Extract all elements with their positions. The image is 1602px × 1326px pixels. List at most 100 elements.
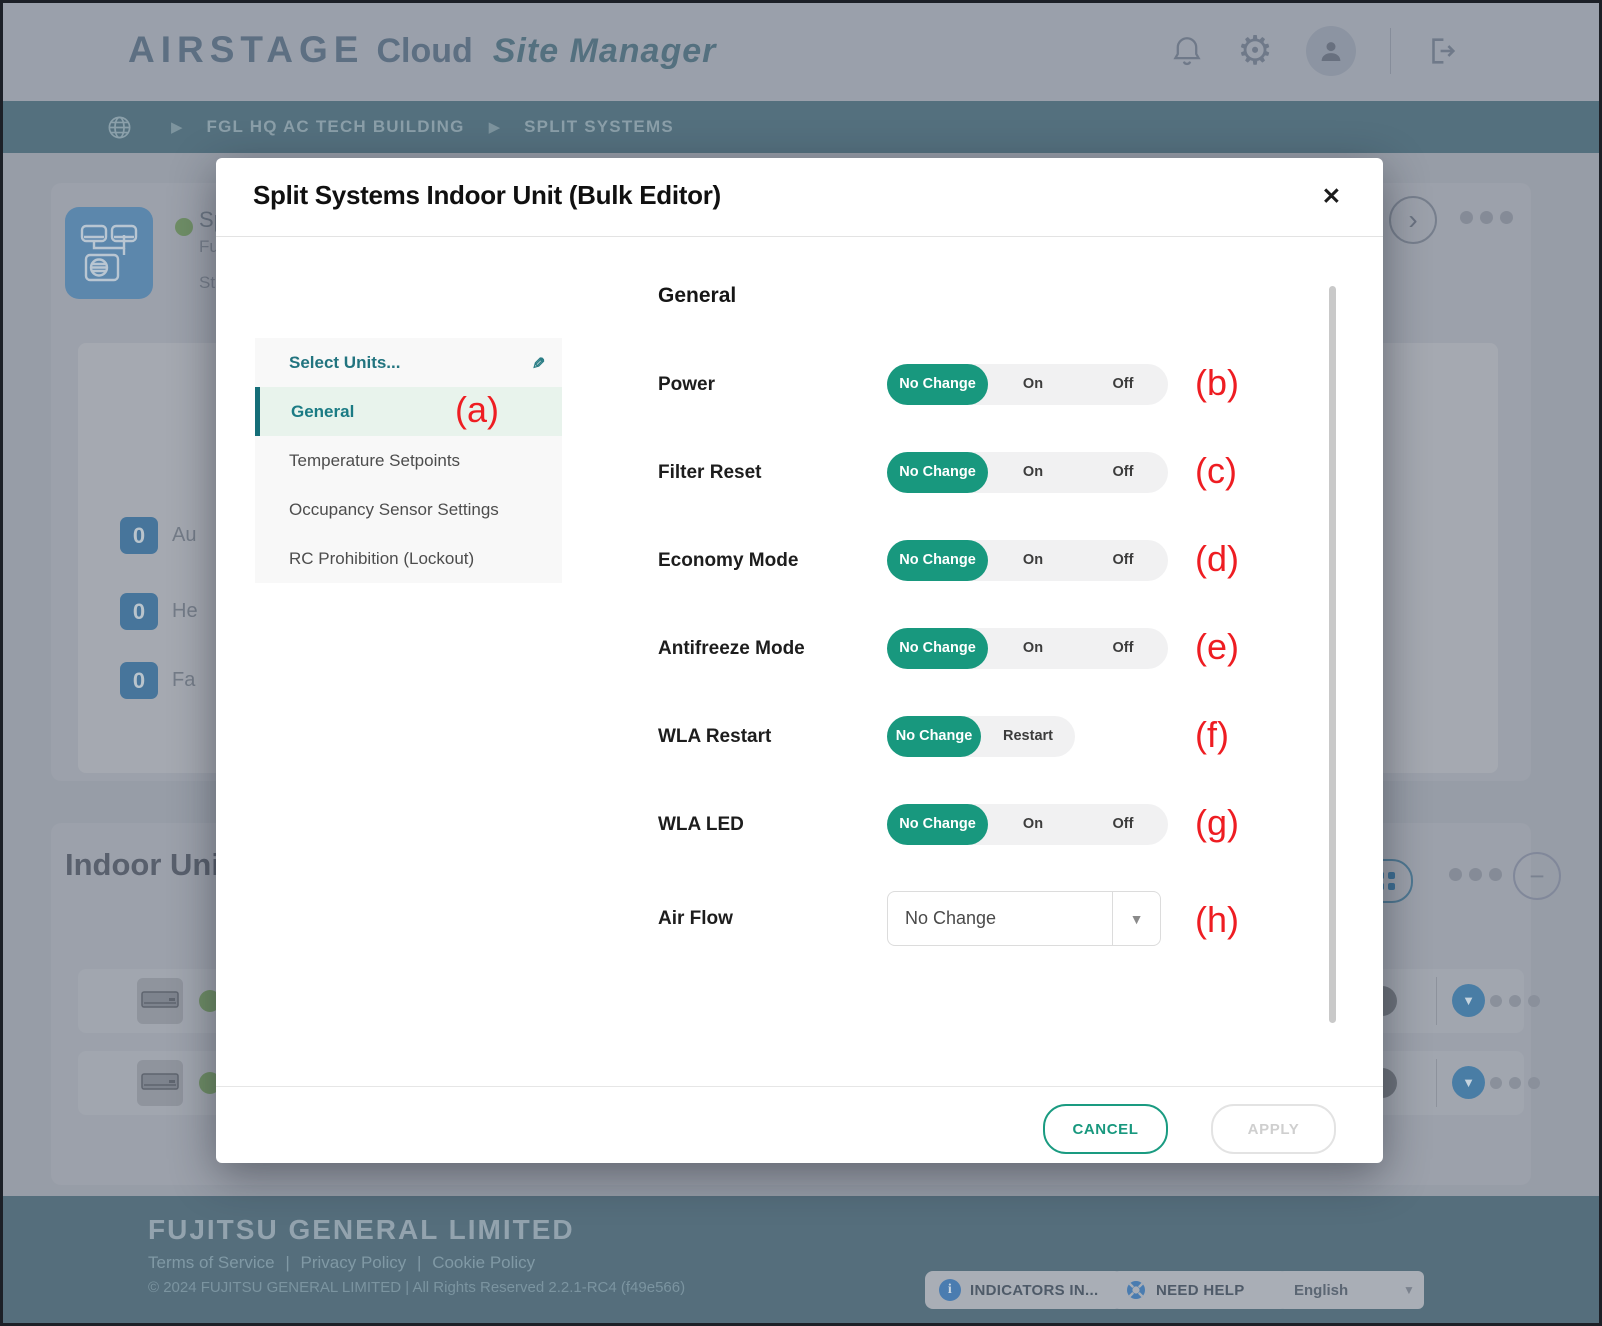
link-separator: | xyxy=(417,1253,421,1272)
wla-led-segmented-control: No Change On Off xyxy=(887,804,1168,845)
terms-of-service-link[interactable]: Terms of Service xyxy=(148,1253,275,1272)
globe-icon[interactable] xyxy=(106,114,133,141)
row-divider xyxy=(1436,1059,1437,1107)
modal-header: Split Systems Indoor Unit (Bulk Editor) … xyxy=(216,158,1383,237)
split-system-icon xyxy=(65,207,153,299)
settings-gear-icon[interactable]: ⚙ xyxy=(1238,34,1272,68)
apply-button[interactable]: APPLY xyxy=(1211,1104,1336,1154)
link-separator: | xyxy=(285,1253,289,1272)
wla-restart-restart-option[interactable]: Restart xyxy=(981,716,1075,757)
nav-item-general[interactable]: General xyxy=(255,387,562,436)
select-units-item[interactable]: Select Units... ✎ xyxy=(255,338,562,387)
modal-footer: CANCEL APPLY xyxy=(216,1086,1383,1164)
annotation-c: (c) xyxy=(1195,450,1237,492)
filter-reset-segmented-control: No Change On Off xyxy=(887,452,1168,493)
cookie-policy-link[interactable]: Cookie Policy xyxy=(432,1253,535,1272)
breadcrumb: ▶ FGL HQ AC TECH BUILDING ▶ SPLIT SYSTEM… xyxy=(3,101,1599,153)
wla-led-off-option[interactable]: Off xyxy=(1078,804,1168,845)
air-flow-value: No Change xyxy=(888,892,1112,945)
app-logo: AIRSTAGE Cloud Site Manager xyxy=(128,29,716,71)
privacy-policy-link[interactable]: Privacy Policy xyxy=(300,1253,406,1272)
wla-restart-no-change-option[interactable]: No Change xyxy=(887,716,981,757)
economy-mode-no-change-option[interactable]: No Change xyxy=(887,540,988,581)
economy-mode-on-option[interactable]: On xyxy=(988,540,1078,581)
nav-item-rc-prohibition[interactable]: RC Prohibition (Lockout) xyxy=(255,534,562,583)
section-menu-icon[interactable] xyxy=(1449,868,1502,881)
annotation-f: (f) xyxy=(1195,714,1229,756)
antifreeze-mode-no-change-option[interactable]: No Change xyxy=(887,628,988,669)
annotation-b: (b) xyxy=(1195,362,1239,404)
wla-restart-label: WLA Restart xyxy=(658,726,887,748)
form-row-economy-mode: Economy Mode No Change On Off xyxy=(658,534,1258,587)
count-label-partial: Fa xyxy=(172,669,195,692)
wla-led-on-option[interactable]: On xyxy=(988,804,1078,845)
collapse-section-button[interactable]: − xyxy=(1513,852,1561,900)
unit-menu-icon[interactable] xyxy=(1490,995,1540,1007)
antifreeze-mode-off-option[interactable]: Off xyxy=(1078,628,1168,669)
form-row-wla-led: WLA LED No Change On Off xyxy=(658,798,1258,851)
need-help-button[interactable]: NEED HELP xyxy=(1111,1271,1289,1309)
airstage-site-manager-page: AIRSTAGE Cloud Site Manager ⚙ xyxy=(0,0,1602,1326)
economy-mode-off-option[interactable]: Off xyxy=(1078,540,1168,581)
breadcrumb-arrow-icon: ▶ xyxy=(489,118,501,136)
nav-item-occupancy-sensor-settings[interactable]: Occupancy Sensor Settings xyxy=(255,485,562,534)
info-icon: i xyxy=(939,1279,961,1301)
economy-mode-segmented-control: No Change On Off xyxy=(887,540,1168,581)
modal-scrollbar[interactable] xyxy=(1329,286,1336,1023)
indicators-info-button[interactable]: i INDICATORS IN... xyxy=(925,1271,1123,1309)
expand-unit-button[interactable]: ▼ xyxy=(1452,984,1485,1017)
breadcrumb-arrow-icon: ▶ xyxy=(171,118,183,136)
unit-menu-icon[interactable] xyxy=(1490,1077,1540,1089)
economy-mode-label: Economy Mode xyxy=(658,550,887,572)
need-help-button-label: NEED HELP xyxy=(1156,1282,1245,1299)
air-flow-dropdown[interactable]: No Change ▼ xyxy=(887,891,1161,946)
antifreeze-mode-on-option[interactable]: On xyxy=(988,628,1078,669)
indoor-unit-image xyxy=(137,1060,183,1106)
filter-reset-off-option[interactable]: Off xyxy=(1078,452,1168,493)
language-select[interactable]: English ▼ xyxy=(1278,1271,1424,1309)
modal-title: Split Systems Indoor Unit (Bulk Editor) xyxy=(253,180,721,211)
product-site-manager: Site Manager xyxy=(493,32,717,71)
breadcrumb-section[interactable]: SPLIT SYSTEMS xyxy=(524,117,674,137)
user-avatar[interactable] xyxy=(1306,26,1356,76)
annotation-e: (e) xyxy=(1195,626,1239,668)
form-row-filter-reset: Filter Reset No Change On Off xyxy=(658,446,1258,499)
filter-reset-on-option[interactable]: On xyxy=(988,452,1078,493)
logout-icon[interactable] xyxy=(1425,34,1459,68)
close-icon[interactable]: ✕ xyxy=(1322,183,1341,210)
power-segmented-control: No Change On Off xyxy=(887,364,1168,405)
dropdown-caret-icon: ▼ xyxy=(1112,892,1160,945)
status-dot xyxy=(175,218,193,236)
system-line3-partial: St xyxy=(199,273,215,293)
nav-item-temperature-setpoints[interactable]: Temperature Setpoints xyxy=(255,436,562,485)
page-footer: FUJITSU GENERAL LIMITED Terms of Service… xyxy=(3,1196,1599,1326)
section-title: General xyxy=(658,284,736,308)
power-off-option[interactable]: Off xyxy=(1078,364,1168,405)
wla-restart-segmented-control: No Change Restart xyxy=(887,716,1075,757)
language-caret-icon: ▼ xyxy=(1394,1283,1424,1297)
breadcrumb-site[interactable]: FGL HQ AC TECH BUILDING xyxy=(207,117,465,137)
count-badge: 0 xyxy=(120,517,158,554)
power-no-change-option[interactable]: No Change xyxy=(887,364,988,405)
footer-links: Terms of Service | Privacy Policy | Cook… xyxy=(148,1253,541,1273)
wla-led-label: WLA LED xyxy=(658,814,887,836)
modal-nav: Select Units... ✎ General Temperature Se… xyxy=(255,338,562,583)
edit-pencil-icon: ✎ xyxy=(527,356,547,369)
expand-unit-button[interactable]: ▼ xyxy=(1452,1066,1485,1099)
annotation-a: (a) xyxy=(455,389,499,431)
brand-airstage: AIRSTAGE xyxy=(128,29,364,71)
filter-reset-no-change-option[interactable]: No Change xyxy=(887,452,988,493)
select-units-label: Select Units... xyxy=(289,353,400,373)
life-ring-icon xyxy=(1125,1279,1147,1301)
indoor-units-title: Indoor Unit xyxy=(65,847,230,883)
footer-copyright: © 2024 FUJITSU GENERAL LIMITED | All Rig… xyxy=(148,1279,685,1296)
notifications-bell-icon[interactable] xyxy=(1170,34,1204,68)
form-row-antifreeze-mode: Antifreeze Mode No Change On Off xyxy=(658,622,1258,675)
card-menu-icon[interactable] xyxy=(1460,211,1513,224)
wla-led-no-change-option[interactable]: No Change xyxy=(887,804,988,845)
expand-chevron-button[interactable]: › xyxy=(1389,196,1437,244)
annotation-g: (g) xyxy=(1195,802,1239,844)
power-on-option[interactable]: On xyxy=(988,364,1078,405)
cancel-button[interactable]: CANCEL xyxy=(1043,1104,1168,1154)
language-value: English xyxy=(1278,1282,1394,1299)
